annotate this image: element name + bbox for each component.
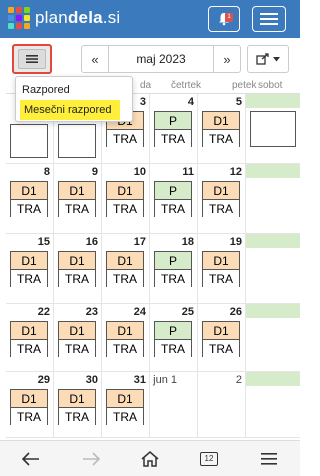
day-cell[interactable]: 9 D1 TRA — [54, 164, 102, 234]
day-cell[interactable]: 18 P TRA — [150, 234, 198, 304]
day-cell[interactable] — [246, 372, 300, 438]
home-button[interactable] — [139, 449, 161, 469]
day-cell[interactable]: 30 D1 TRA — [54, 372, 102, 438]
browser-menu-button[interactable] — [258, 449, 280, 469]
day-cell[interactable]: 4 P TRA — [150, 94, 198, 164]
day-cell[interactable]: 12 D1 TRA — [198, 164, 246, 234]
day-cell[interactable]: 11 P TRA — [150, 164, 198, 234]
day-cell[interactable]: 10 D1 TRA — [102, 164, 150, 234]
top-navbar: plandela.si 1 — [0, 0, 300, 38]
day-cell[interactable]: 22 D1 TRA — [6, 304, 54, 372]
calendar-week: 29 D1 TRA 30 D1 TRA 31 D1 TRA jun 1 2 — [6, 372, 300, 438]
day-cell[interactable] — [246, 94, 300, 164]
main-menu-button[interactable] — [252, 6, 286, 32]
share-icon — [256, 53, 269, 65]
day-cell[interactable]: 19 D1 TRA — [198, 234, 246, 304]
dow-label: da — [140, 80, 152, 91]
caret-down-icon — [273, 56, 280, 61]
back-button[interactable] — [20, 449, 42, 469]
dow-label: četrtek — [171, 80, 202, 91]
day-cell[interactable]: 2 — [198, 372, 246, 438]
day-cell[interactable]: 26 D1 TRA — [198, 304, 246, 372]
calendar-week: 15 D1 TRA 16 D1 TRA 17 D1 TRA 18 P TRA 19 D1… — [6, 234, 300, 304]
hamburger-icon — [260, 13, 278, 25]
arrow-left-icon — [22, 452, 39, 466]
day-cell[interactable]: jun 1 — [150, 372, 198, 438]
tabs-button[interactable]: 12 — [198, 449, 220, 469]
day-cell[interactable]: 5 D1 TRA — [198, 94, 246, 164]
view-menu-button[interactable] — [12, 44, 52, 74]
day-cell[interactable]: 8 D1 TRA — [6, 164, 54, 234]
calendar-week: 8 D1 TRA 9 D1 TRA 10 D1 TRA 11 P TRA 12 D1 TR… — [6, 164, 300, 234]
day-cell[interactable]: 15 D1 TRA — [6, 234, 54, 304]
day-cell[interactable]: 31 D1 TRA — [102, 372, 150, 438]
current-month-label[interactable]: maj 2023 — [108, 46, 214, 72]
day-cell[interactable]: 23 D1 TRA — [54, 304, 102, 372]
notification-badge: 1 — [225, 13, 233, 22]
day-cell[interactable]: 25 P TRA — [150, 304, 198, 372]
menu-item-razpored[interactable]: Razpored — [16, 80, 132, 100]
forward-button[interactable] — [80, 449, 102, 469]
tabs-count: 12 — [200, 452, 218, 466]
brand-name: plandela.si — [35, 8, 121, 27]
day-cell[interactable] — [246, 164, 300, 234]
day-cell[interactable]: 29 D1 TRA — [6, 372, 54, 438]
home-icon — [141, 451, 159, 467]
day-cell[interactable]: 24 D1 TRA — [102, 304, 150, 372]
export-button[interactable] — [247, 45, 289, 73]
dow-label: petek — [232, 80, 257, 91]
menu-item-mesecni-razpored[interactable]: Mesečni razpored — [20, 100, 120, 120]
browser-bottom-bar: 12 — [0, 440, 300, 476]
day-cell[interactable] — [246, 304, 300, 372]
list-icon — [26, 55, 38, 63]
menu-lines-icon — [261, 453, 277, 465]
view-dropdown-menu: Razpored Mesečni razpored — [15, 76, 133, 122]
month-navigation: « maj 2023 » — [81, 45, 241, 73]
dow-label: sobot — [258, 80, 283, 91]
day-cell[interactable]: 17 D1 TRA — [102, 234, 150, 304]
brand-logo[interactable]: plandela.si — [8, 7, 120, 29]
next-month-button[interactable]: » — [214, 46, 240, 72]
calendar-toolbar: « maj 2023 » — [0, 40, 300, 76]
day-cell[interactable] — [246, 234, 300, 304]
prev-month-button[interactable]: « — [82, 46, 108, 72]
calendar-week: 22 D1 TRA 23 D1 TRA 24 D1 TRA 25 P TRA 26 D1… — [6, 304, 300, 372]
logo-grid-icon — [8, 7, 30, 29]
notifications-button[interactable]: 1 — [208, 6, 240, 32]
day-cell[interactable]: 16 D1 TRA — [54, 234, 102, 304]
arrow-right-icon — [83, 452, 100, 466]
